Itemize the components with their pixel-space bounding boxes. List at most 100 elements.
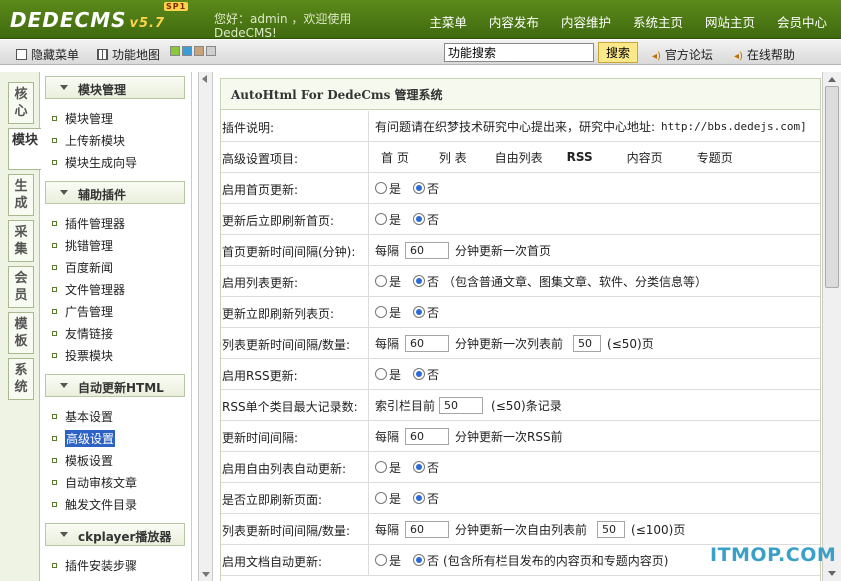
radio-yes[interactable] (375, 182, 387, 194)
vtab-system[interactable]: 系统 (8, 358, 34, 400)
sidebar-item-file-manager[interactable]: 文件管理器 (52, 281, 125, 298)
sidebar-item-auto-review[interactable]: 自动审核文章 (52, 474, 137, 491)
sidebar-item-ad-manage[interactable]: 广告管理 (52, 303, 113, 320)
interval-input[interactable]: 60 (405, 427, 450, 445)
radio-yes[interactable] (375, 275, 387, 287)
link-content[interactable]: 内容页 (627, 149, 663, 166)
radio-yes[interactable] (375, 492, 387, 504)
link-list[interactable]: 列 表 (439, 149, 467, 166)
hide-menu-icon (16, 49, 27, 60)
radio-no[interactable] (413, 275, 426, 287)
hide-menu-button[interactable]: 隐藏菜单 (16, 46, 79, 63)
row-value: 每隔 60 分钟更新一次自由列表前 50 (≤100)页 (375, 514, 685, 544)
section-ckplayer[interactable]: ckplayer播放器 (45, 523, 185, 546)
row-value: 是 否 (375, 483, 439, 513)
search-button[interactable]: 搜索 (598, 42, 638, 63)
theme-swatch-brown[interactable] (194, 46, 204, 56)
sidebar-item-install-steps[interactable]: 插件安装步骤 (52, 557, 137, 574)
scroll-down-icon[interactable] (202, 572, 210, 577)
vtab-core[interactable]: 核心 (8, 82, 34, 124)
logo-text: DEDECMS (10, 8, 127, 32)
collapse-left-icon[interactable] (202, 75, 207, 83)
radio-label: 是 (389, 367, 402, 382)
sidebar-item-module-wizard[interactable]: 模块生成向导 (52, 154, 137, 171)
theme-swatch-gray[interactable] (206, 46, 216, 56)
prefix-text: 每隔 (375, 243, 400, 258)
radio-label: 否 (427, 367, 440, 382)
dedecms-logo[interactable]: DEDECMS v5.7 SP1 (10, 2, 189, 32)
row-value: 是 否 (375, 359, 439, 389)
forum-link[interactable]: ◂) 官方论坛 (652, 46, 713, 63)
scroll-down-icon[interactable] (828, 571, 836, 576)
theme-swatch-blue[interactable] (182, 46, 192, 56)
sidebar-item-vote-module[interactable]: 投票模块 (52, 347, 113, 364)
vertical-scrollbar[interactable] (822, 72, 841, 581)
vtab-member[interactable]: 会员 (8, 266, 34, 308)
feature-search-input[interactable] (444, 43, 594, 62)
radio-no[interactable] (413, 368, 426, 380)
link-free-list[interactable]: 自由列表 (495, 149, 543, 166)
sidebar-item-friend-links[interactable]: 友情链接 (52, 325, 113, 342)
suffix-text: (≤50)页 (607, 336, 654, 351)
interval-input[interactable]: 60 (405, 520, 450, 538)
nav-main-menu[interactable]: 主菜单 (429, 12, 467, 31)
section-auto-html[interactable]: 自动更新HTML (45, 374, 185, 397)
nav-content-publish[interactable]: 内容发布 (489, 12, 539, 31)
radio-yes[interactable] (375, 554, 387, 566)
radio-no[interactable] (413, 213, 426, 225)
radio-no[interactable] (413, 182, 426, 194)
nav-system-home[interactable]: 系统主页 (633, 12, 683, 31)
forum-url[interactable]: http://bbs.dedejs.com] (661, 120, 807, 133)
watermark: ITMOP.COM (710, 544, 837, 566)
radio-no[interactable] (413, 461, 426, 473)
scroll-thumb[interactable] (825, 86, 839, 288)
interval-input[interactable]: 60 (405, 334, 450, 352)
vtab-generate[interactable]: 生成 (8, 174, 34, 216)
count-input[interactable]: 50 (573, 334, 602, 352)
sidebar-item-module-manage[interactable]: 模块管理 (52, 110, 113, 127)
plugin-desc-text: 有问题请在织梦技术研究中心提出来，研究中心地址: (375, 119, 656, 134)
link-special[interactable]: 专题页 (697, 149, 733, 166)
bullet-icon (52, 138, 57, 143)
theme-swatch-green[interactable] (170, 46, 180, 56)
count-input[interactable]: 50 (597, 520, 626, 538)
radio-no[interactable] (413, 554, 426, 566)
link-rss[interactable]: RSS (567, 150, 593, 164)
row-refresh-page: 是否立即刷新页面: 是 否 (221, 483, 820, 514)
radio-yes[interactable] (375, 306, 387, 318)
sidebar-item-baidu-news[interactable]: 百度新闻 (52, 259, 113, 276)
radio-label: 否 (427, 274, 440, 289)
radio-yes[interactable] (375, 368, 387, 380)
nav-member-center[interactable]: 会员中心 (777, 12, 827, 31)
vtab-collect[interactable]: 采集 (8, 220, 34, 262)
help-link[interactable]: ◂) 在线帮助 (734, 46, 795, 63)
menu-label: 插件安装步骤 (65, 559, 138, 573)
sidebar-splitter[interactable] (198, 72, 213, 581)
interval-input[interactable]: 60 (405, 241, 450, 259)
section-module-manage[interactable]: 模块管理 (45, 76, 185, 99)
nav-site-home[interactable]: 网站主页 (705, 12, 755, 31)
vtab-module[interactable]: 模块 (8, 128, 41, 170)
bullet-icon (52, 480, 57, 485)
sidebar-item-template-settings[interactable]: 模板设置 (52, 452, 113, 469)
rss-max-input[interactable]: 50 (439, 396, 484, 414)
sidebar-item-upload-module[interactable]: 上传新模块 (52, 132, 125, 149)
feature-map-button[interactable]: 功能地图 (97, 46, 160, 63)
radio-yes[interactable] (375, 213, 387, 225)
nav-content-maintain[interactable]: 内容维护 (561, 12, 611, 31)
link-home[interactable]: 首 页 (381, 149, 409, 166)
vtab-template[interactable]: 模板 (8, 312, 34, 354)
radio-yes[interactable] (375, 461, 387, 473)
section-plugins[interactable]: 辅助插件 (45, 181, 185, 204)
row-label: 启用RSS更新: (221, 359, 369, 389)
sidebar-item-advanced-settings[interactable]: 高级设置 (52, 430, 116, 447)
radio-no[interactable] (413, 492, 426, 504)
sidebar-item-basic-settings[interactable]: 基本设置 (52, 408, 113, 425)
menu-label: 百度新闻 (65, 261, 114, 275)
sidebar-item-error-manage[interactable]: 挑错管理 (52, 237, 113, 254)
sidebar-item-plugin-manager[interactable]: 插件管理器 (52, 215, 125, 232)
sidebar-item-trigger-dir[interactable]: 触发文件目录 (52, 496, 137, 513)
scroll-up-icon[interactable] (828, 77, 836, 82)
row-label: 启用首页更新: (221, 173, 369, 203)
radio-no[interactable] (413, 306, 426, 318)
